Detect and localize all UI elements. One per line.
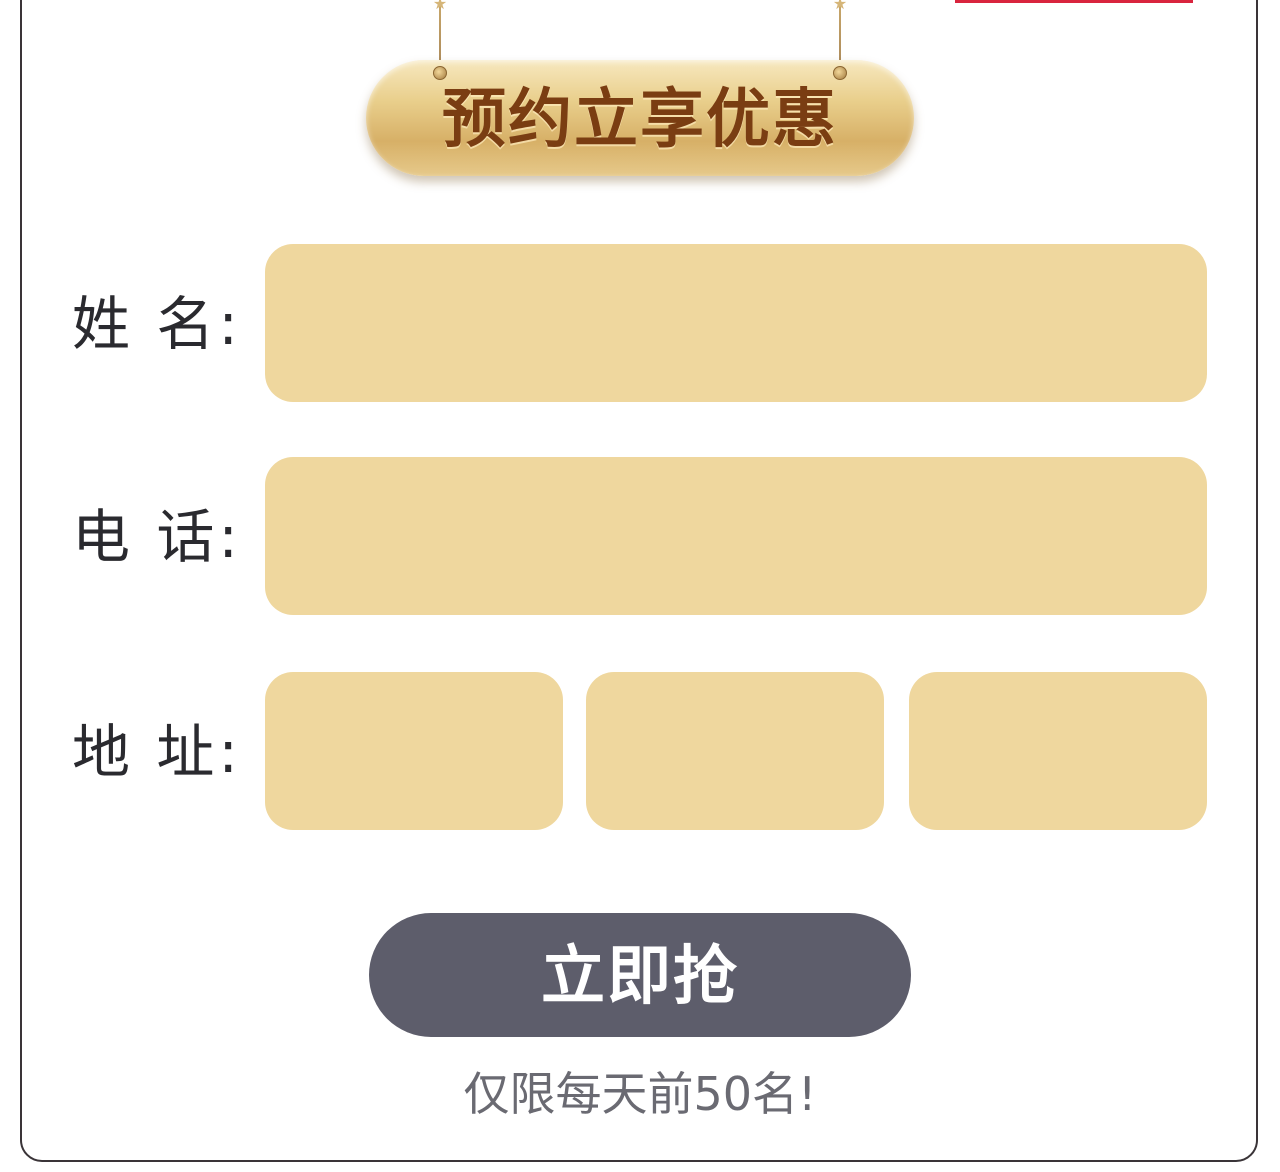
star-icon: ★ bbox=[432, 0, 448, 13]
limit-note: 仅限每天前50名! bbox=[463, 1067, 817, 1121]
banner-title: 预约立享优惠 bbox=[442, 83, 838, 157]
star-icon: ★ bbox=[832, 0, 848, 13]
address-city-select[interactable] bbox=[586, 672, 884, 830]
address-province-select[interactable] bbox=[265, 672, 563, 830]
name-input[interactable] bbox=[265, 244, 1207, 402]
top-accent-bar bbox=[955, 0, 1193, 3]
address-label: 地 址: bbox=[72, 718, 242, 786]
promo-banner: 预约立享优惠 bbox=[366, 60, 914, 176]
phone-input[interactable] bbox=[265, 457, 1207, 615]
name-label: 姓 名: bbox=[72, 290, 242, 358]
phone-label: 电 话: bbox=[72, 503, 242, 571]
grab-now-button[interactable]: 立即抢 bbox=[369, 913, 911, 1037]
address-district-select[interactable] bbox=[909, 672, 1207, 830]
